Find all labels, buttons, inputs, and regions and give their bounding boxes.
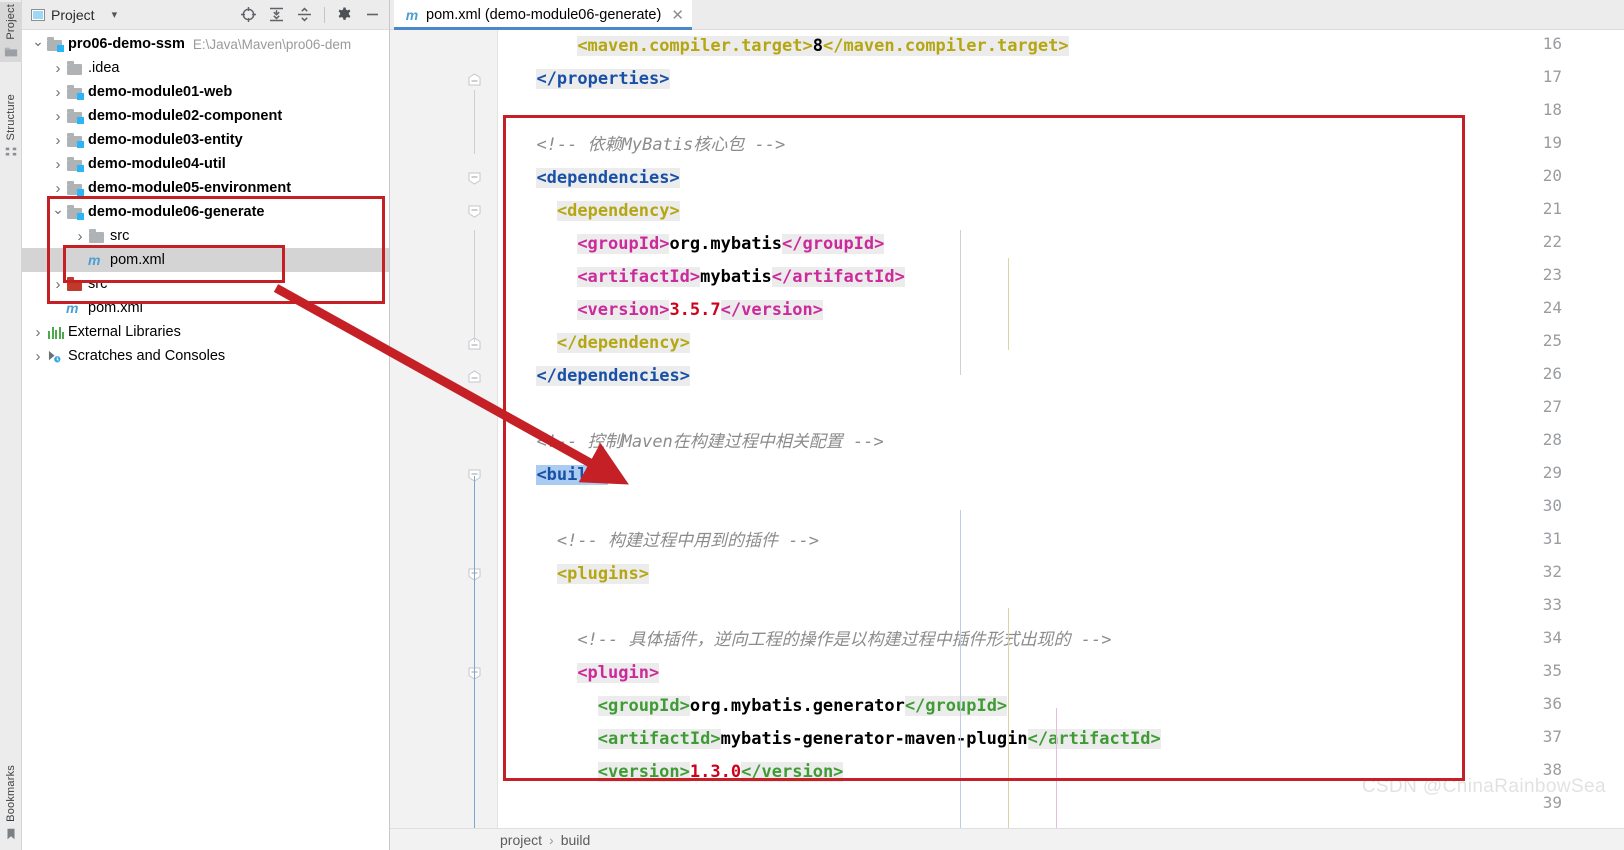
project-tool-window: Project ▾ ⌄ pro06-demo-ssm E:\Java\Maven… bbox=[22, 0, 390, 850]
fold-guide-line bbox=[474, 230, 475, 342]
module-folder-icon bbox=[46, 36, 64, 52]
code-token: </maven.compiler.target> bbox=[822, 36, 1069, 56]
code-token: <maven.compiler.target> bbox=[577, 36, 813, 56]
code-line[interactable]: <maven.compiler.target>8</maven.compiler… bbox=[577, 30, 1069, 63]
tree-item-demo-module04-util[interactable]: demo-module04-util bbox=[22, 152, 389, 176]
hide-window-icon[interactable] bbox=[364, 6, 381, 23]
chevron-down-icon[interactable] bbox=[30, 36, 46, 53]
rail-item-bookmarks[interactable]: Bookmarks bbox=[0, 763, 22, 844]
code-line[interactable]: </properties> bbox=[536, 63, 670, 96]
editor-tab-label: pom.xml (demo-module06-generate) bbox=[426, 7, 662, 23]
project-path-hint: E:\Java\Maven\pro06-dem bbox=[192, 36, 352, 52]
tree-item-label: Scratches and Consoles bbox=[68, 348, 226, 364]
project-icon bbox=[4, 47, 18, 57]
tree-item-demo-module03-entity[interactable]: demo-module03-entity bbox=[22, 128, 389, 152]
toolbar-divider bbox=[324, 6, 325, 23]
project-panel-title: Project bbox=[51, 6, 95, 23]
project-view-dropdown-caret[interactable]: ▾ bbox=[112, 8, 118, 21]
tree-item-demo-module02-component[interactable]: demo-module02-component bbox=[22, 104, 389, 128]
rail-item-project[interactable]: Project bbox=[0, 2, 22, 62]
chevron-right-icon[interactable] bbox=[50, 180, 66, 197]
tree-item-idea[interactable]: .idea bbox=[22, 56, 389, 80]
structure-icon bbox=[5, 148, 17, 156]
chevron-right-icon: › bbox=[549, 831, 554, 848]
rail-item-structure-label: Structure bbox=[5, 94, 17, 141]
tree-item-label: demo-module05-environment bbox=[88, 180, 292, 196]
tree-item-scratches-and-consoles[interactable]: Scratches and Consoles bbox=[22, 344, 389, 368]
tree-item-label: demo-module02-component bbox=[88, 108, 283, 124]
breadcrumb-item-project[interactable]: project bbox=[500, 832, 542, 848]
fold-marker-icon[interactable] bbox=[468, 205, 481, 218]
chevron-right-icon[interactable] bbox=[50, 84, 66, 101]
breadcrumb[interactable]: project › build bbox=[390, 828, 1624, 850]
tree-item-label: External Libraries bbox=[68, 324, 181, 340]
pom-xml-highlight-box bbox=[63, 245, 285, 283]
rail-item-project-label: Project bbox=[5, 4, 17, 40]
tree-item-pro06-demo-ssm[interactable]: pro06-demo-ssm E:\Java\Maven\pro06-dem bbox=[22, 32, 389, 56]
editor-gutter[interactable] bbox=[390, 30, 498, 828]
rail-item-bookmarks-label: Bookmarks bbox=[5, 765, 17, 822]
tree-item-label: demo-module04-util bbox=[88, 156, 226, 172]
chevron-right-icon[interactable] bbox=[50, 60, 66, 77]
locate-target-icon[interactable] bbox=[240, 6, 257, 23]
tree-item-label: demo-module03-entity bbox=[88, 132, 243, 148]
breadcrumb-item-build[interactable]: build bbox=[561, 832, 591, 848]
maven-file-icon: m bbox=[405, 7, 419, 23]
folder-icon bbox=[66, 60, 84, 76]
module-folder-icon bbox=[66, 84, 84, 100]
chevron-right-icon[interactable] bbox=[50, 156, 66, 173]
libraries-icon bbox=[46, 324, 64, 340]
collapse-all-icon[interactable] bbox=[296, 6, 313, 23]
chevron-right-icon[interactable] bbox=[30, 348, 46, 365]
tree-item-label: pro06-demo-ssm bbox=[68, 36, 185, 52]
module-folder-icon bbox=[66, 132, 84, 148]
tree-item-demo-module01-web[interactable]: demo-module01-web bbox=[22, 80, 389, 104]
editor-tab-bar: m pom.xml (demo-module06-generate) ✕ bbox=[390, 0, 1624, 30]
fold-marker-icon[interactable] bbox=[468, 172, 481, 185]
bookmarks-icon bbox=[7, 828, 15, 840]
module-folder-icon bbox=[66, 108, 84, 124]
project-tree[interactable]: pro06-demo-ssm E:\Java\Maven\pro06-dem .… bbox=[22, 30, 389, 850]
editor-region-box bbox=[503, 115, 1465, 781]
chevron-right-icon[interactable] bbox=[30, 324, 46, 341]
module-folder-icon bbox=[66, 156, 84, 172]
project-panel-header: Project ▾ bbox=[22, 0, 389, 30]
scratches-icon bbox=[46, 348, 64, 364]
tree-item-external-libraries[interactable]: External Libraries bbox=[22, 320, 389, 344]
fold-guide-line bbox=[474, 90, 475, 154]
fold-guide-line-active bbox=[474, 476, 475, 828]
expand-all-icon[interactable] bbox=[268, 6, 285, 23]
settings-gear-icon[interactable] bbox=[336, 6, 353, 23]
editor-tab-pom-xml[interactable]: m pom.xml (demo-module06-generate) ✕ bbox=[394, 0, 692, 30]
project-panel-toolbar bbox=[240, 6, 385, 23]
project-window-icon bbox=[31, 8, 45, 21]
tree-item-label: .idea bbox=[88, 60, 120, 76]
code-token: 8 bbox=[812, 36, 823, 56]
chevron-right-icon[interactable] bbox=[50, 132, 66, 149]
code-token: </properties> bbox=[536, 69, 670, 89]
tree-item-label: demo-module01-web bbox=[88, 84, 233, 100]
close-icon[interactable]: ✕ bbox=[671, 6, 684, 24]
left-tool-rail: Project Structure Bookmarks bbox=[0, 0, 22, 850]
rail-item-structure[interactable]: Structure bbox=[0, 92, 22, 162]
fold-marker-icon[interactable] bbox=[468, 370, 481, 383]
module-folder-icon bbox=[66, 180, 84, 196]
fold-marker-icon[interactable] bbox=[468, 73, 481, 86]
chevron-right-icon[interactable] bbox=[50, 108, 66, 125]
